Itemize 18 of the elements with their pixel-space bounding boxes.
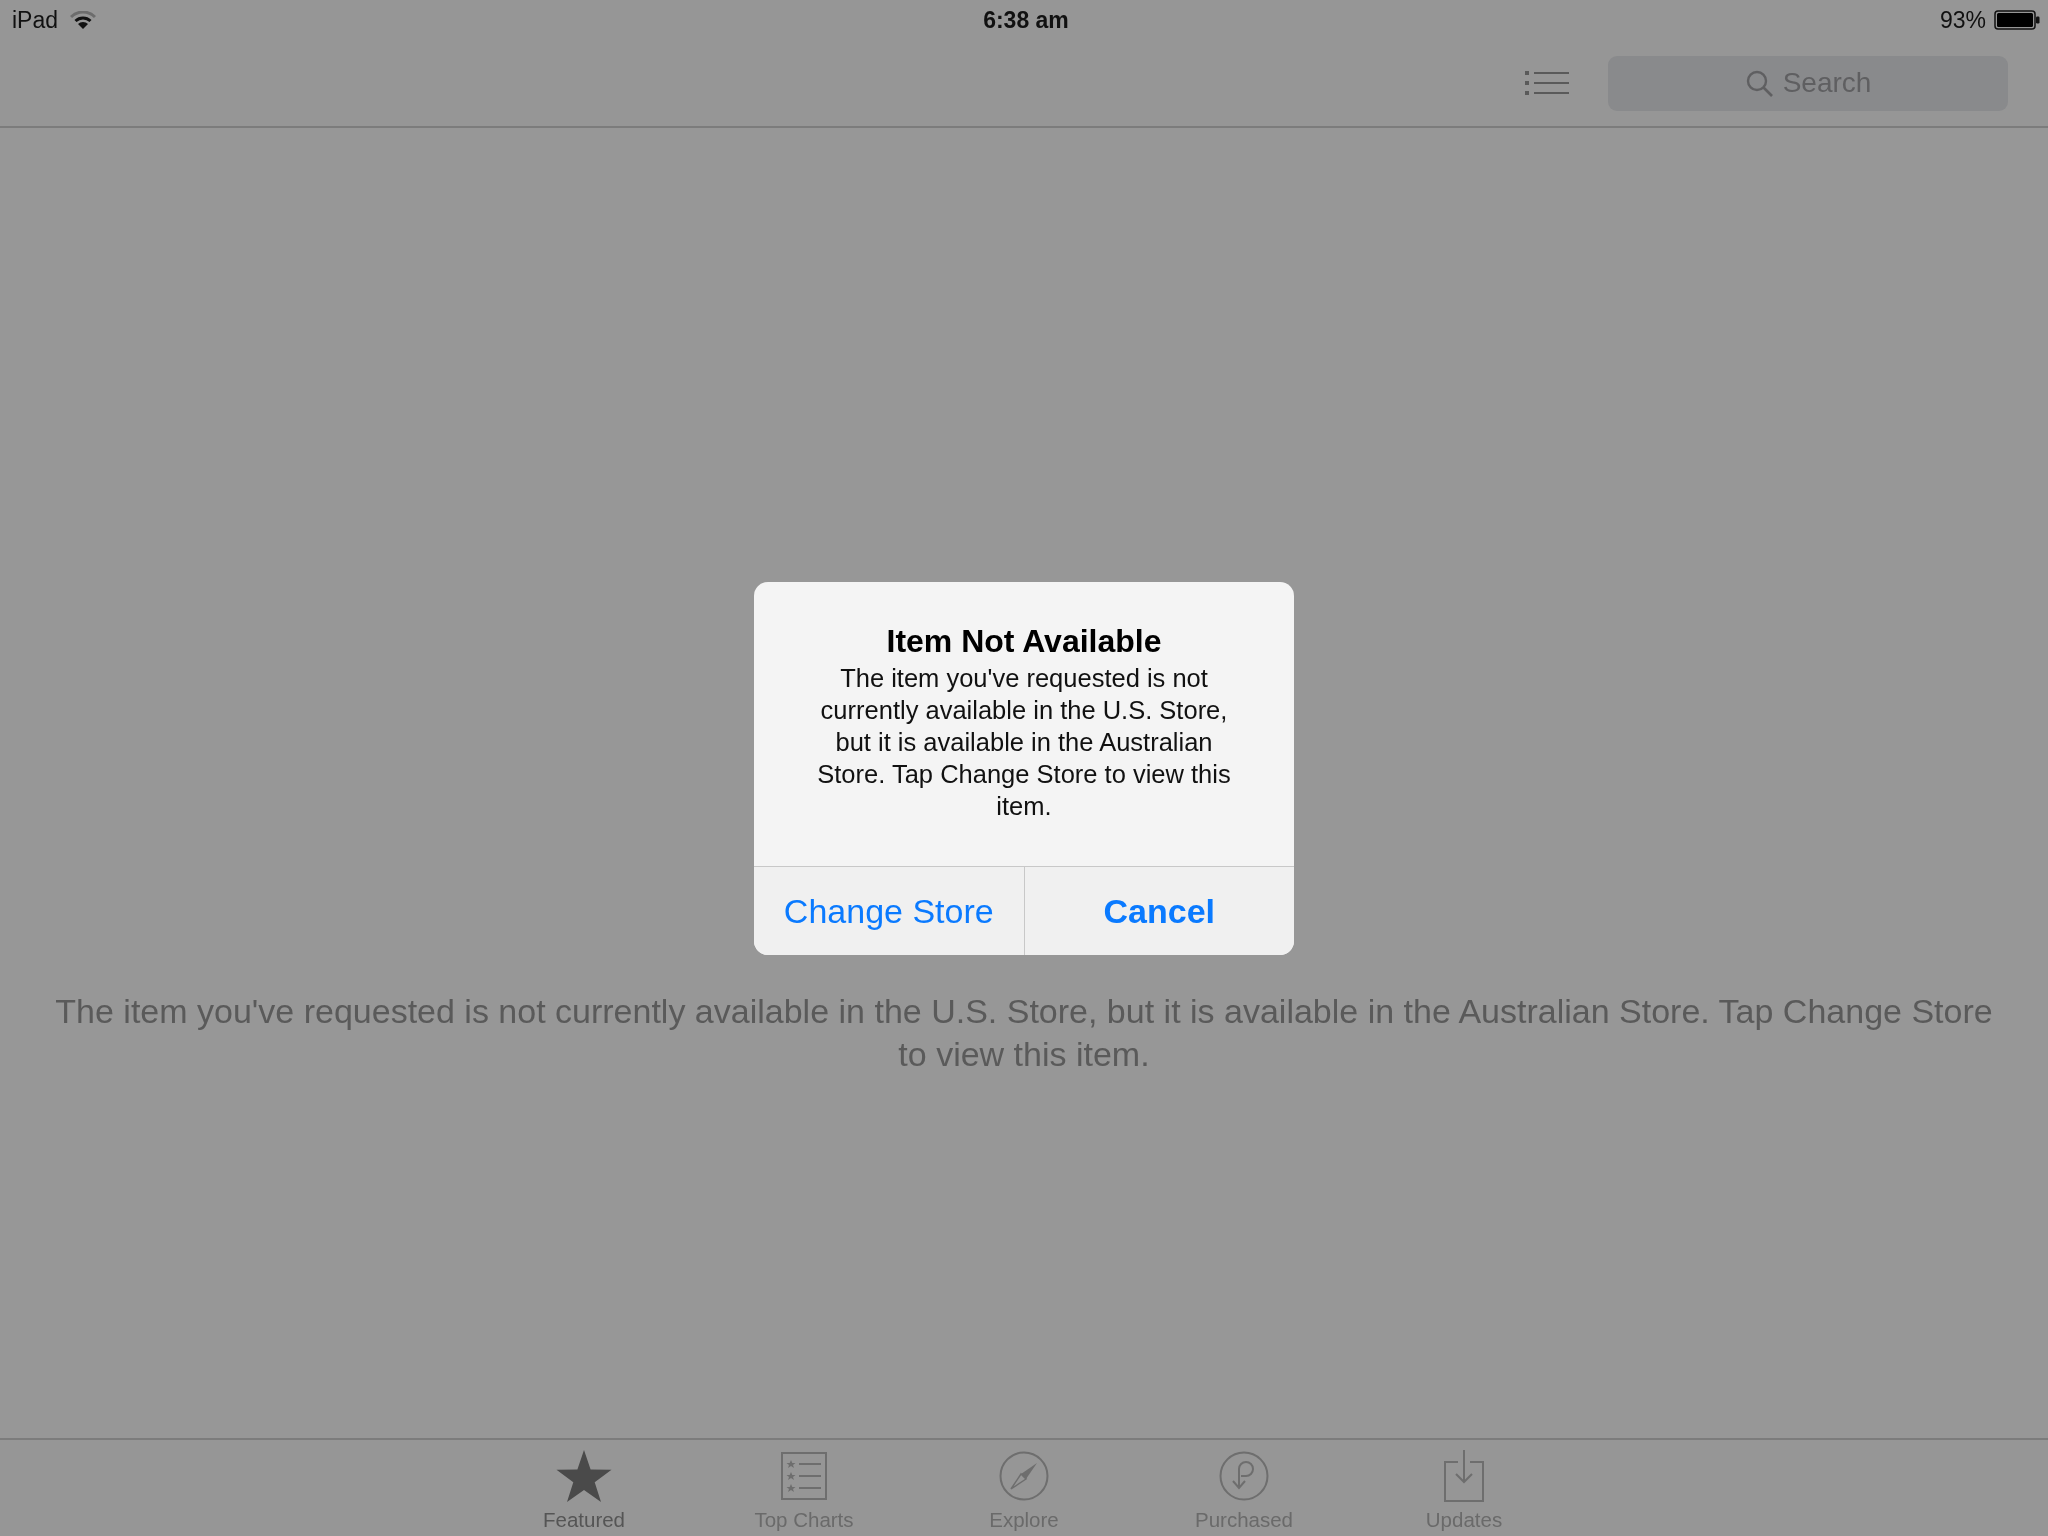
alert-title: Item Not Available [886,622,1162,660]
alert-button[interactable]: Cancel [1023,867,1294,955]
status-time: 6:38 am [983,6,1069,34]
device-name: iPad [12,6,59,34]
list-icon [1525,71,1569,95]
alert-message: The item you've requested is not currently available in the U.S. Store, but it is available in the Australian Store. Tap Change Store to view this item. [816,663,1232,822]
circled-p-icon [1219,1451,1269,1501]
download-tray-icon [1444,1450,1484,1502]
battery-percentage: 93% [1939,6,1986,34]
compass-icon [999,1451,1049,1501]
search-icon [1746,69,1773,97]
alert-button[interactable]: Change Store [754,867,1024,955]
ranked-list-icon [781,1452,827,1500]
star-icon [556,1450,612,1502]
unavailable-message: The item you've requested is not currently available in the U.S. Store, but it is available in the Australian Store. Tap Change Store to view this item. [54,991,1994,1075]
wifi-icon [70,11,97,29]
tab[interactable]: Featured [474,1440,694,1536]
battery-icon [1994,10,2040,30]
